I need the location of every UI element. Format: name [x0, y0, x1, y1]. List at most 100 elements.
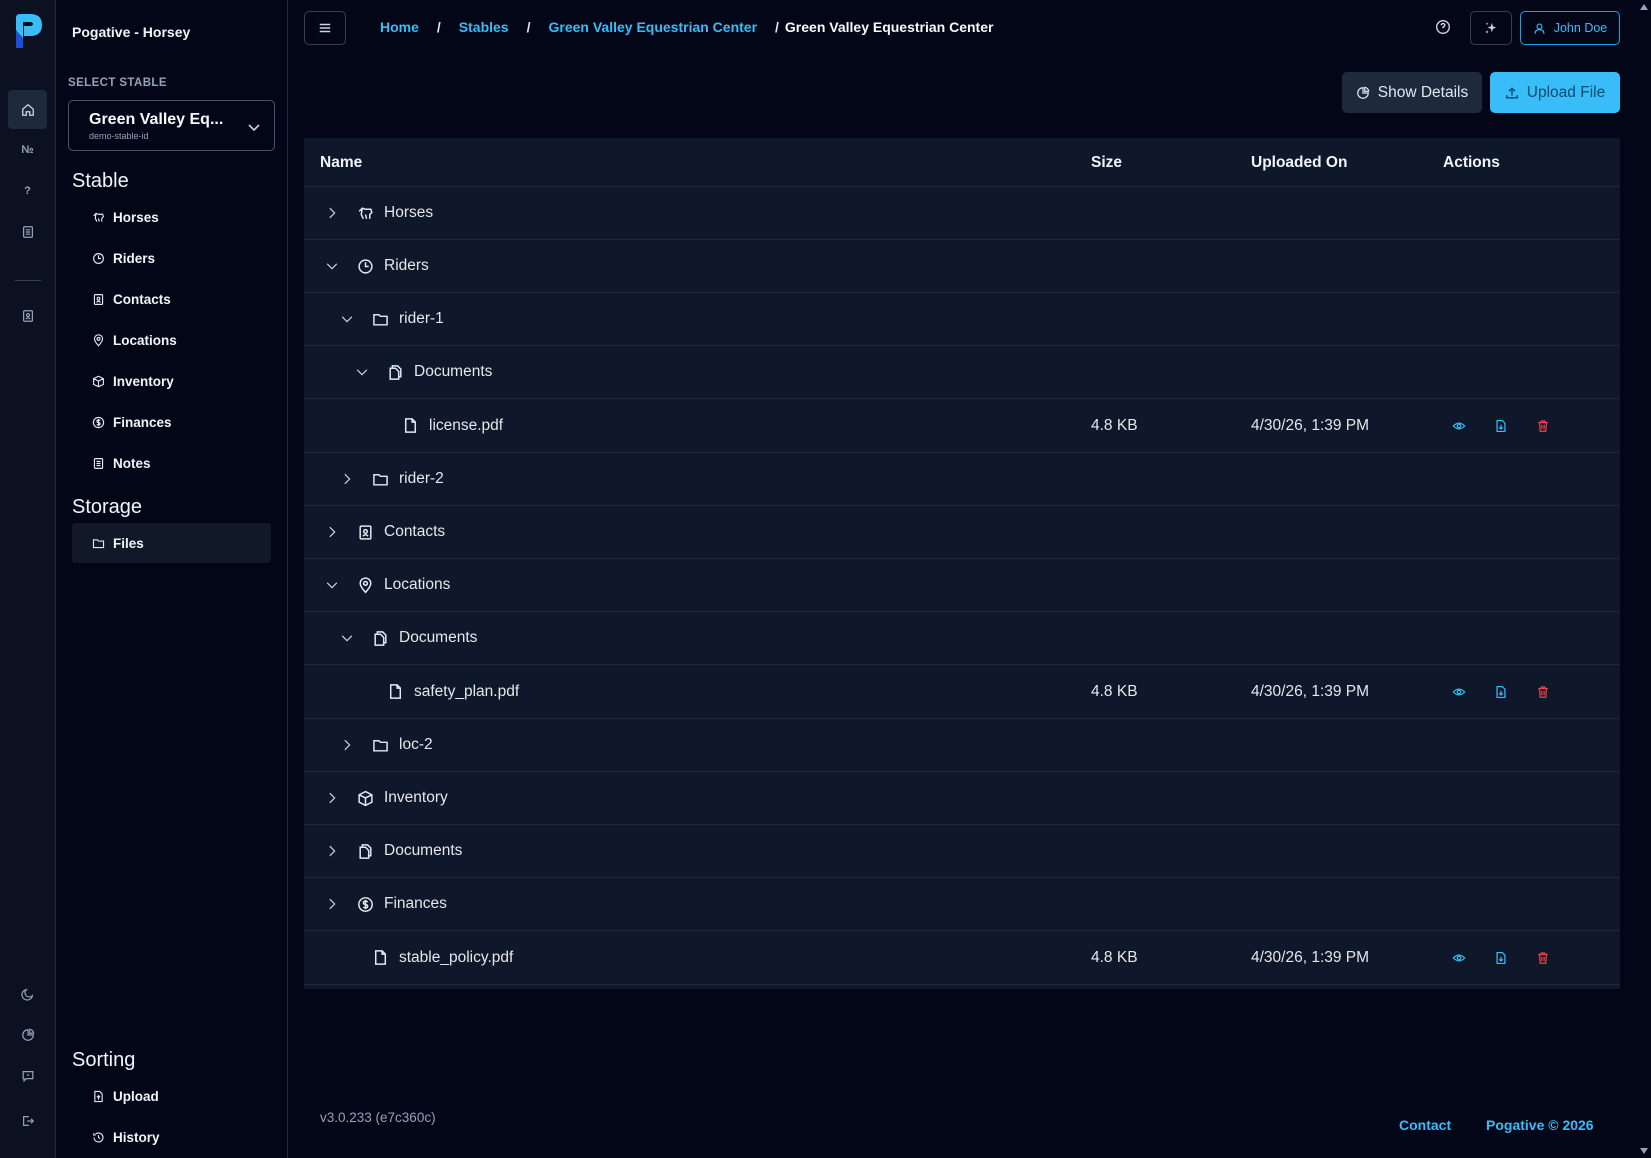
location-pin-icon	[93, 333, 104, 347]
upload-file-label: Upload File	[1526, 83, 1606, 101]
breadcrumb-home[interactable]: Home	[380, 19, 419, 35]
stable-select[interactable]: Green Valley Eq... demo-stable-id	[68, 100, 275, 151]
chevron-right-icon[interactable]	[340, 472, 354, 486]
folder-row[interactable]: Finances	[304, 878, 1620, 931]
folder-row[interactable]: loc-2	[304, 719, 1620, 772]
breadcrumb-stables[interactable]: Stables	[459, 19, 509, 35]
cell-name: Inventory	[325, 772, 448, 824]
folder-row[interactable]: Inventory	[304, 772, 1620, 825]
eye-icon[interactable]	[1452, 685, 1466, 699]
stable-select-value: Green Valley Eq...	[89, 111, 224, 128]
sidebar-item-riders[interactable]: Riders	[72, 238, 271, 278]
footer-copyright-link[interactable]: Pogative © 2026	[1486, 1117, 1594, 1133]
file-row[interactable]: safety_plan.pdf 4.8 KB 4/30/26, 1:39 PM	[304, 665, 1620, 719]
user-icon	[1534, 22, 1545, 34]
section-title-stable: Stable	[72, 170, 129, 192]
eye-icon[interactable]	[1452, 419, 1466, 433]
cell-name: Documents	[355, 346, 492, 398]
breadcrumb-stable[interactable]: Green Valley Equestrian Center	[549, 19, 758, 35]
breadcrumb-current: Green Valley Equestrian Center	[784, 19, 994, 35]
stable-select-id: demo-stable-id	[89, 131, 149, 141]
sidebar-item-inventory[interactable]: Inventory	[72, 361, 271, 401]
sidebar-item-contacts[interactable]: Contacts	[72, 279, 271, 319]
download-file-icon[interactable]	[1494, 951, 1508, 965]
chevron-right-icon[interactable]	[325, 206, 339, 220]
home-rail-button[interactable]	[8, 90, 47, 129]
history-icon	[93, 1131, 104, 1143]
box-icon	[93, 375, 104, 387]
logout-rail-button[interactable]	[8, 1101, 47, 1140]
chevron-down-icon[interactable]	[340, 631, 354, 645]
folder-row[interactable]: rider-1	[304, 293, 1620, 346]
eye-icon[interactable]	[1452, 951, 1466, 965]
show-details-button[interactable]: Show Details	[1342, 72, 1482, 113]
folder-row[interactable]: Riders	[304, 240, 1620, 293]
chevron-down-icon[interactable]	[325, 578, 339, 592]
scroll-down-arrow-icon[interactable]	[1640, 1148, 1648, 1154]
trash-icon[interactable]	[1536, 951, 1550, 965]
question-icon: ?	[24, 184, 31, 197]
chevron-down-icon[interactable]	[355, 365, 369, 379]
help-circle-icon[interactable]	[1435, 19, 1451, 35]
dollar-icon	[92, 416, 105, 428]
sidebar-item-history[interactable]: History	[72, 1117, 271, 1157]
folder-row[interactable]: rider-2	[304, 453, 1620, 506]
stats-rail-button[interactable]	[8, 1015, 47, 1054]
folder-row[interactable]: Contacts	[304, 506, 1620, 559]
download-file-icon[interactable]	[1494, 419, 1508, 433]
file-table: Name Size Uploaded On Actions Horses Ride…	[304, 138, 1620, 989]
chevron-right-icon[interactable]	[325, 525, 339, 539]
user-menu-button[interactable]: John Doe	[1520, 11, 1620, 45]
notes-rail-button[interactable]	[8, 212, 47, 251]
chevron-right-icon[interactable]	[325, 844, 339, 858]
download-file-icon[interactable]	[1494, 685, 1508, 699]
folder-row[interactable]: Documents	[304, 612, 1620, 665]
file-row[interactable]: license.pdf 4.8 KB 4/30/26, 1:39 PM	[304, 399, 1620, 453]
sidebar-item-files[interactable]: Files	[72, 523, 271, 563]
row-actions	[1452, 399, 1550, 452]
page-scrollbar[interactable]	[1637, 0, 1651, 1158]
riders-icon	[93, 252, 104, 264]
scroll-up-arrow-icon[interactable]	[1640, 4, 1648, 10]
theme-toggle-button[interactable]	[8, 974, 47, 1013]
ai-assistant-button[interactable]	[1470, 11, 1512, 45]
upload-file-button[interactable]: Upload File	[1490, 72, 1620, 113]
sidebar-item-locations[interactable]: Locations	[72, 320, 271, 360]
trash-icon[interactable]	[1536, 685, 1550, 699]
chevron-right-icon[interactable]	[340, 738, 354, 752]
app-logo-icon[interactable]	[12, 12, 44, 50]
row-name: loc-2	[399, 736, 433, 753]
sidebar-item-finances[interactable]: Finances	[72, 402, 271, 442]
column-header-size[interactable]: Size	[1091, 154, 1122, 172]
breadcrumb-separator: /	[436, 19, 441, 35]
feedback-rail-button[interactable]	[8, 1056, 47, 1095]
chevron-right-icon[interactable]	[325, 791, 339, 805]
chevron-right-icon[interactable]	[325, 897, 339, 911]
sidebar-item-upload[interactable]: Upload	[72, 1076, 271, 1116]
footer-contact-link[interactable]: Contact	[1399, 1117, 1451, 1133]
column-header-uploaded[interactable]: Uploaded On	[1251, 154, 1347, 172]
chevron-down-icon[interactable]	[325, 259, 339, 273]
breadcrumb-separator: /	[526, 19, 531, 35]
folder-row[interactable]: Documents	[304, 346, 1620, 399]
cell-size: 4.8 KB	[1091, 416, 1138, 434]
sidebar-item-horses[interactable]: Horses	[72, 197, 271, 237]
column-header-name[interactable]: Name	[320, 154, 362, 172]
trash-icon[interactable]	[1536, 419, 1550, 433]
folder-row[interactable]: Horses	[304, 187, 1620, 240]
folder-row[interactable]: Locations	[304, 559, 1620, 612]
numero-rail-button[interactable]: №	[8, 130, 47, 169]
sidebar-item-notes[interactable]: Notes	[72, 443, 271, 483]
help-rail-button[interactable]: ?	[8, 171, 47, 210]
file-row[interactable]: stable_policy.pdf 4.8 KB 4/30/26, 1:39 PM	[304, 931, 1620, 985]
moon-icon	[20, 988, 33, 1001]
home-icon	[21, 103, 34, 116]
contact-card-rail-button[interactable]	[8, 296, 47, 335]
chevron-down-icon[interactable]	[340, 312, 354, 326]
row-name: Documents	[384, 842, 463, 859]
section-title-storage: Storage	[72, 496, 143, 518]
folder-row[interactable]: Documents	[304, 825, 1620, 878]
menu-toggle-button[interactable]	[304, 11, 346, 45]
row-name: Documents	[399, 629, 478, 646]
sparkles-icon	[1485, 22, 1497, 34]
